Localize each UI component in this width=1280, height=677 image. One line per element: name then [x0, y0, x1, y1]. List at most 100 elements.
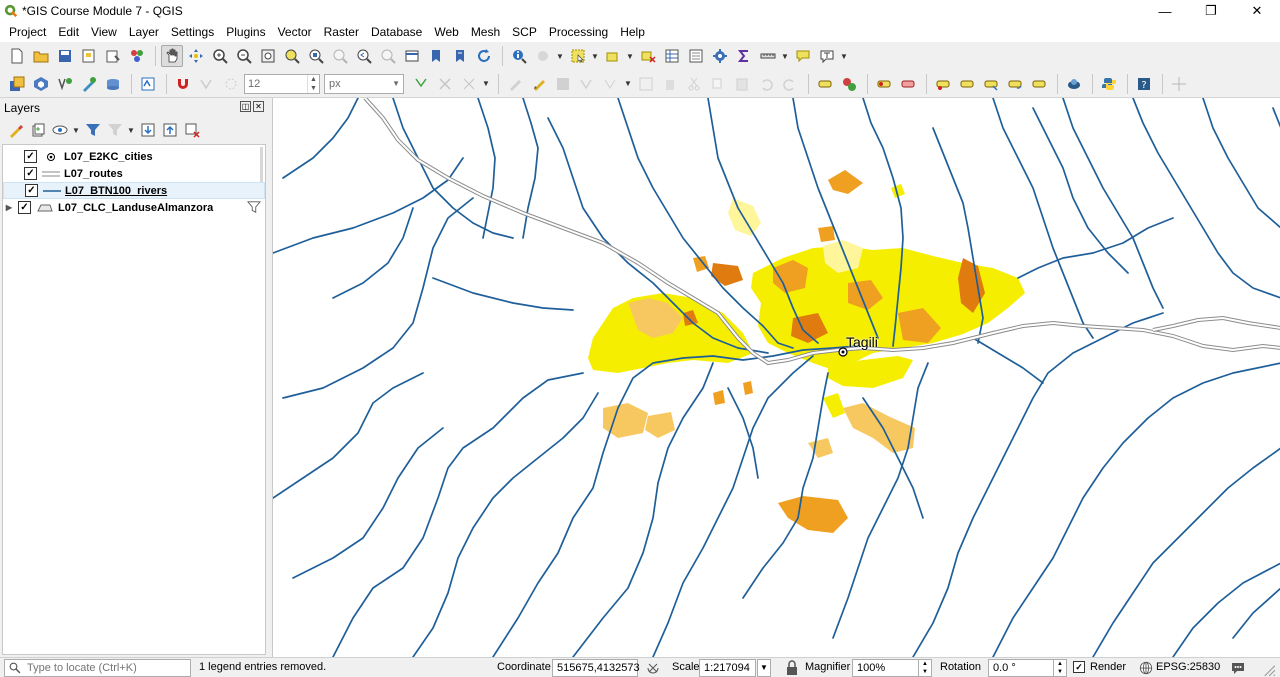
snapping-magnet-icon[interactable] [172, 73, 194, 95]
rotation-field[interactable]: 0.0 ° [988, 659, 1054, 677]
paste-features-icon[interactable] [731, 73, 753, 95]
attribute-table-icon[interactable] [661, 45, 683, 67]
map-tips-icon[interactable] [792, 45, 814, 67]
float-panel-icon[interactable]: ◫ [240, 101, 251, 112]
remove-layer-icon[interactable] [182, 119, 202, 141]
chevron-down-icon[interactable]: ▼ [127, 126, 135, 135]
style-panel-icon[interactable] [6, 119, 26, 141]
redo-icon[interactable] [779, 73, 801, 95]
maximize-button[interactable]: ❐ [1188, 0, 1234, 22]
open-project-icon[interactable] [30, 45, 52, 67]
menu-layer[interactable]: Layer [123, 25, 165, 39]
virtual-layer-icon[interactable] [102, 73, 124, 95]
highlight-pinned-labels-icon[interactable] [873, 73, 895, 95]
help-icon[interactable]: ? [1133, 73, 1155, 95]
messages-icon[interactable] [1230, 660, 1246, 676]
toggle-label-display-icon[interactable] [897, 73, 919, 95]
filter-icon[interactable] [247, 200, 261, 214]
layer-checkbox[interactable]: ✓ [25, 184, 38, 197]
new-print-layout-icon[interactable] [78, 45, 100, 67]
chevron-down-icon[interactable]: ▼ [482, 79, 490, 88]
undo-icon[interactable] [755, 73, 777, 95]
menu-plugins[interactable]: Plugins [220, 25, 271, 39]
menu-raster[interactable]: Raster [318, 25, 365, 39]
menu-mesh[interactable]: Mesh [465, 25, 506, 39]
gps-plugin-icon[interactable] [1063, 73, 1085, 95]
expand-arrow-icon[interactable]: ▶ [3, 203, 15, 212]
lock-icon[interactable] [785, 660, 799, 676]
refresh-icon[interactable] [473, 45, 495, 67]
font-size-input[interactable]: 12 ▲ ▼ [244, 73, 320, 94]
add-group-icon[interactable] [28, 119, 48, 141]
statistical-summary-icon[interactable] [733, 45, 755, 67]
copy-features-icon[interactable] [707, 73, 729, 95]
zoom-to-layer-icon[interactable] [305, 45, 327, 67]
filter-legend-icon[interactable] [83, 119, 103, 141]
digitize-line-icon[interactable] [410, 73, 432, 95]
scp-plugin-icon[interactable] [137, 73, 159, 95]
menu-vector[interactable]: Vector [272, 25, 318, 39]
current-edits-icon[interactable] [504, 73, 526, 95]
snap-tolerance-icon[interactable] [220, 73, 242, 95]
locator-bar[interactable] [4, 659, 191, 677]
zoom-to-selection-icon[interactable] [281, 45, 303, 67]
vertex-tool-icon[interactable] [600, 73, 622, 95]
chevron-down-icon[interactable]: ▼ [781, 52, 789, 61]
layer-checkbox[interactable]: ✓ [24, 150, 37, 163]
select-features-icon[interactable] [567, 45, 589, 67]
magnifier-spin-icon[interactable]: ▲ ▼ [918, 659, 932, 677]
globe-icon[interactable] [1139, 661, 1153, 675]
menu-web[interactable]: Web [428, 25, 464, 39]
chevron-down-icon[interactable]: ▼ [840, 52, 848, 61]
close-panel-icon[interactable]: ✕ [253, 101, 264, 112]
layer-row-routes[interactable]: ✓ L07_routes [3, 165, 265, 182]
data-source-manager-icon[interactable] [6, 73, 28, 95]
field-calculator-icon[interactable] [685, 45, 707, 67]
chevron-down-icon[interactable]: ▼ [624, 79, 632, 88]
new-bookmark-icon[interactable] [425, 45, 447, 67]
select-by-value-icon[interactable] [602, 45, 624, 67]
minimize-button[interactable]: — [1142, 0, 1188, 22]
text-annotation-icon[interactable] [816, 45, 838, 67]
menu-project[interactable]: Project [3, 25, 52, 39]
coordinate-field[interactable]: 515675,4132573 [552, 659, 640, 677]
new-geopackage-layer-icon[interactable] [30, 73, 52, 95]
modify-attributes-icon[interactable] [635, 73, 657, 95]
menu-processing[interactable]: Processing [543, 25, 614, 39]
magnifier-field[interactable]: 100% [852, 659, 922, 677]
layer-checkbox[interactable]: ✓ [24, 167, 37, 180]
zoom-last-icon[interactable] [353, 45, 375, 67]
menu-settings[interactable]: Settings [165, 25, 220, 39]
menu-scp[interactable]: SCP [506, 25, 543, 39]
zoom-next-icon[interactable] [377, 45, 399, 67]
label-tool-icon[interactable] [814, 73, 836, 95]
add-feature-icon[interactable] [576, 73, 598, 95]
zoom-native-icon[interactable] [329, 45, 351, 67]
scale-dropdown-icon[interactable]: ▼ [757, 659, 771, 677]
crosshair-icon[interactable] [1168, 73, 1190, 95]
rotation-spin-icon[interactable]: ▲ ▼ [1053, 659, 1067, 677]
manage-map-themes-icon[interactable] [50, 119, 70, 141]
toggle-editing-icon[interactable] [528, 73, 550, 95]
save-project-icon[interactable] [54, 45, 76, 67]
unit-select[interactable]: px ▼ [324, 73, 404, 94]
processing-toolbox-icon[interactable] [709, 45, 731, 67]
show-bookmarks-icon[interactable] [449, 45, 471, 67]
new-map-view-icon[interactable] [401, 45, 423, 67]
layer-checkbox[interactable]: ✓ [18, 201, 31, 214]
layout-manager-icon[interactable] [102, 45, 124, 67]
save-edits-icon[interactable] [552, 73, 574, 95]
render-checkbox[interactable]: ✓ [1073, 661, 1085, 673]
layer-row-cities[interactable]: ✓ L07_E2KC_cities [3, 148, 265, 165]
new-shapefile-layer-icon[interactable] [54, 73, 76, 95]
zoom-full-icon[interactable] [257, 45, 279, 67]
spin-arrows-icon[interactable]: ▲ ▼ [307, 74, 319, 93]
diagram-options-icon[interactable] [838, 73, 860, 95]
rotate-label-icon[interactable] [1004, 73, 1026, 95]
run-action-icon[interactable] [532, 45, 554, 67]
measure-line-icon[interactable] [757, 45, 779, 67]
scale-field[interactable]: 1:217094 [699, 659, 756, 677]
zoom-out-icon[interactable] [233, 45, 255, 67]
collapse-all-icon[interactable] [160, 119, 180, 141]
pin-label-icon[interactable] [932, 73, 954, 95]
